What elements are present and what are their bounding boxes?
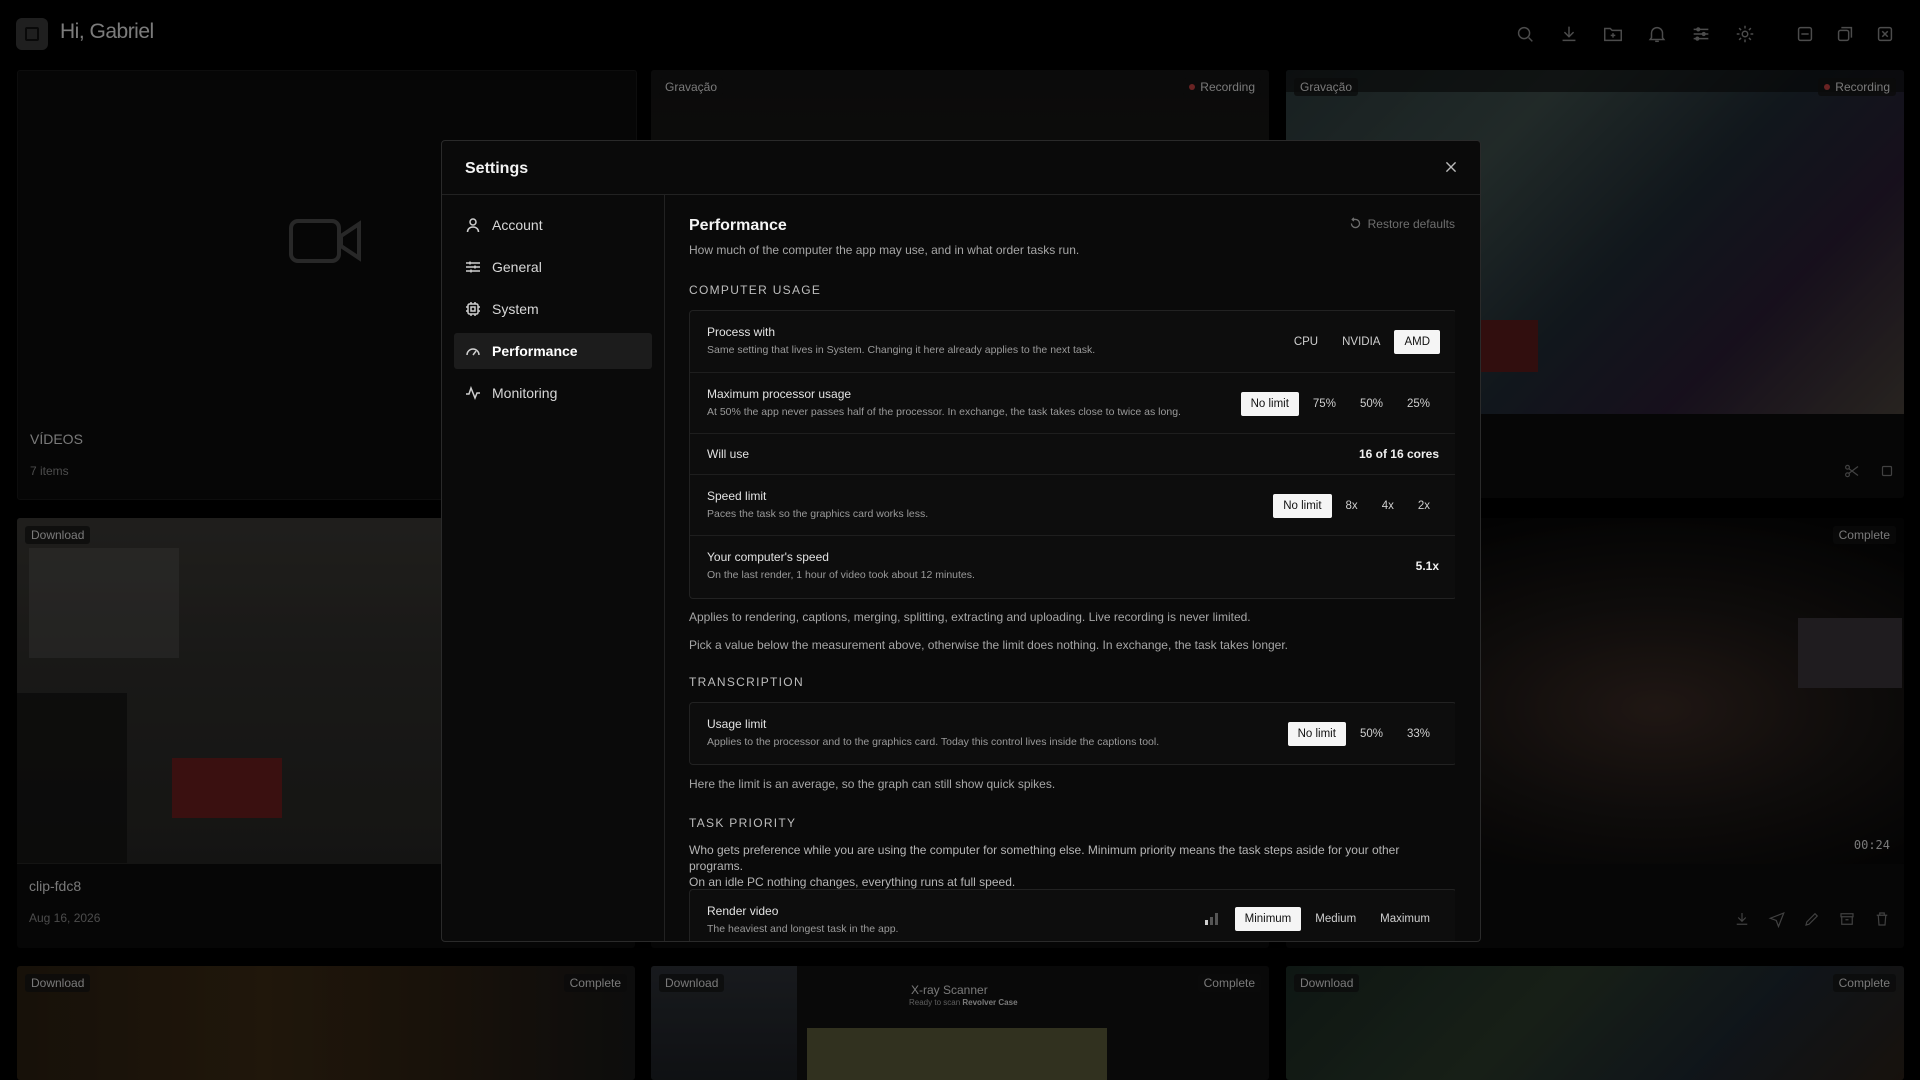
- option-50[interactable]: 50%: [1350, 392, 1393, 416]
- section-heading: COMPUTER USAGE: [689, 283, 822, 297]
- speed-value: 5.1x: [1415, 559, 1439, 573]
- user-icon: [465, 217, 481, 233]
- row-description: Applies to the processor and to the grap…: [707, 736, 1160, 748]
- modal-title: Settings: [465, 160, 529, 177]
- sliders-icon: [465, 259, 481, 275]
- sidebar-item-system[interactable]: System: [454, 291, 652, 327]
- page-subtitle: How much of the computer the app may use…: [689, 243, 1080, 257]
- row-label: Render video: [707, 904, 779, 918]
- option-8x[interactable]: 8x: [1336, 494, 1368, 518]
- row-description: The heaviest and longest task in the app…: [707, 923, 899, 935]
- sidebar-item-label: System: [492, 301, 539, 317]
- option-25[interactable]: 25%: [1397, 392, 1440, 416]
- transcription-note: Here the limit is an average, so the gra…: [689, 777, 1056, 791]
- priority-bars-icon: [1204, 913, 1221, 925]
- render-video-priority-selector: Minimum Medium Maximum: [1204, 907, 1440, 931]
- close-icon[interactable]: [1440, 156, 1462, 178]
- page-title: Performance: [689, 217, 787, 234]
- sidebar-item-monitoring[interactable]: Monitoring: [454, 375, 652, 411]
- option-cpu[interactable]: CPU: [1284, 330, 1328, 354]
- max-processor-selector: No limit 75% 50% 25%: [1240, 392, 1440, 416]
- sidebar-item-label: Monitoring: [492, 385, 558, 401]
- computer-speed-row: Your computer's speed On the last render…: [690, 535, 1455, 598]
- gauge-icon: [465, 343, 481, 359]
- settings-modal: Settings Account General System Performa…: [441, 140, 1481, 942]
- section-heading: TRANSCRIPTION: [689, 675, 804, 689]
- sidebar-item-performance[interactable]: Performance: [454, 333, 652, 369]
- restore-icon: [1350, 217, 1360, 229]
- option-2x[interactable]: 2x: [1408, 494, 1440, 518]
- option-nvidia[interactable]: NVIDIA: [1332, 330, 1390, 354]
- will-use-row: Will use 16 of 16 cores: [690, 433, 1455, 475]
- speed-limit-row: Speed limit Paces the task so the graphi…: [690, 474, 1455, 536]
- sidebar-item-label: Performance: [492, 343, 578, 359]
- render-video-row: Render video The heaviest and longest ta…: [690, 890, 1455, 941]
- option-maximum[interactable]: Maximum: [1370, 907, 1440, 931]
- option-minimum[interactable]: Minimum: [1234, 907, 1302, 931]
- usage-note: Applies to rendering, captions, merging,…: [689, 610, 1251, 624]
- usage-limit-selector: No limit 50% 33%: [1287, 722, 1440, 746]
- process-with-row: Process with Same setting that lives in …: [690, 311, 1455, 372]
- usage-note: Pick a value below the measurement above…: [689, 638, 1289, 652]
- row-description: On the last render, 1 hour of video took…: [707, 569, 975, 581]
- row-label: Speed limit: [707, 489, 767, 503]
- max-processor-row: Maximum processor usage At 50% the app n…: [690, 372, 1455, 434]
- priority-description: Who gets preference while you are using …: [689, 843, 1400, 889]
- row-label: Maximum processor usage: [707, 387, 852, 401]
- row-label: Will use: [707, 447, 750, 461]
- row-description: Same setting that lives in System. Chang…: [707, 344, 1096, 356]
- row-label: Process with: [707, 325, 776, 339]
- settings-content: Performance How much of the computer the…: [689, 195, 1455, 941]
- option-amd[interactable]: AMD: [1394, 330, 1440, 354]
- option-50[interactable]: 50%: [1350, 722, 1393, 746]
- computer-usage-card: Process with Same setting that lives in …: [689, 310, 1455, 599]
- option-75[interactable]: 75%: [1303, 392, 1346, 416]
- task-priority-card: Render video The heaviest and longest ta…: [689, 889, 1455, 941]
- option-4x[interactable]: 4x: [1372, 494, 1404, 518]
- transcription-card: Usage limit Applies to the processor and…: [689, 702, 1455, 765]
- option-medium[interactable]: Medium: [1305, 907, 1366, 931]
- sidebar-item-account[interactable]: Account: [454, 207, 652, 243]
- sidebar-item-label: Account: [492, 217, 543, 233]
- option-no-limit[interactable]: No limit: [1287, 722, 1346, 746]
- row-label: Your computer's speed: [707, 550, 829, 564]
- sidebar-item-label: General: [492, 259, 542, 275]
- row-description: At 50% the app never passes half of the …: [707, 406, 1181, 418]
- process-with-selector: CPU NVIDIA AMD: [1284, 330, 1440, 354]
- cores-value: 16 of 16 cores: [1358, 447, 1439, 461]
- speed-limit-selector: No limit 8x 4x 2x: [1273, 494, 1440, 518]
- row-label: Usage limit: [707, 717, 767, 731]
- option-no-limit[interactable]: No limit: [1273, 494, 1332, 518]
- option-33[interactable]: 33%: [1397, 722, 1440, 746]
- section-heading: TASK PRIORITY: [689, 816, 797, 830]
- activity-icon: [465, 385, 481, 401]
- option-no-limit[interactable]: No limit: [1240, 392, 1299, 416]
- usage-limit-row: Usage limit Applies to the processor and…: [690, 703, 1455, 764]
- sidebar-item-general[interactable]: General: [454, 249, 652, 285]
- row-description: Paces the task so the graphics card work…: [707, 508, 929, 520]
- restore-defaults-button[interactable]: Restore defaults: [1349, 217, 1455, 231]
- settings-sidebar: Account General System Performance Monit…: [442, 195, 665, 941]
- chip-icon: [465, 301, 481, 317]
